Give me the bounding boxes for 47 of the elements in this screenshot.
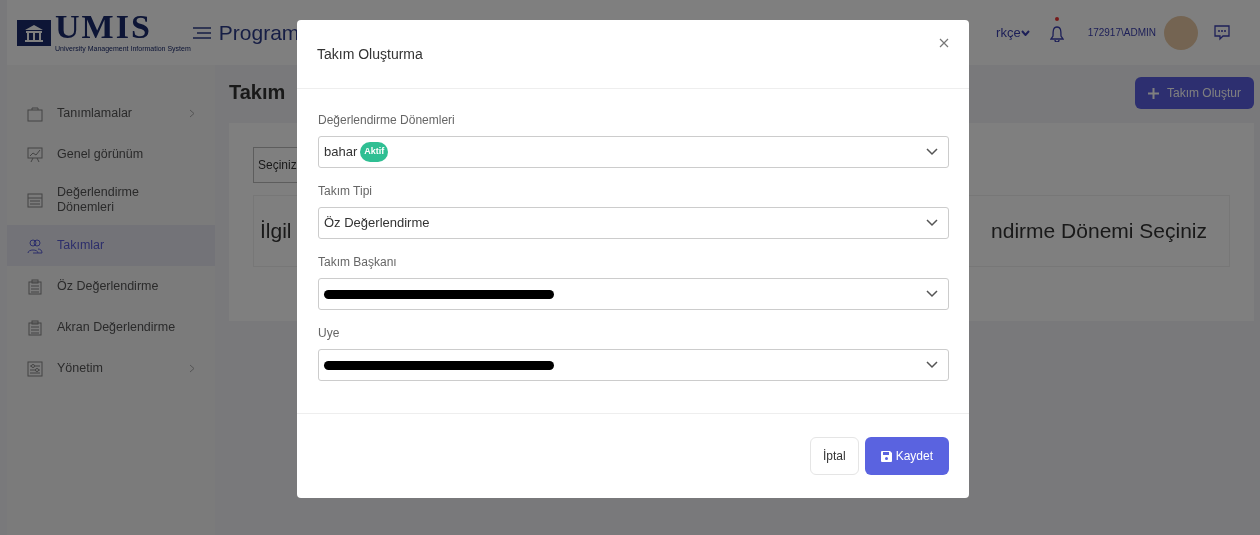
clipboard-icon <box>27 319 43 336</box>
logo-text: UMIS <box>55 10 153 45</box>
calendar-icon <box>27 192 43 208</box>
sidebar-item[interactable]: Genel görünüm <box>7 134 215 175</box>
select-field[interactable]: Öz Değerlendirme <box>318 207 949 239</box>
caret-icon <box>1020 30 1030 37</box>
field-label: Değerlendirme Dönemleri <box>318 112 456 129</box>
chart-board-icon <box>27 146 43 163</box>
modal-title: Takım Oluşturma <box>317 44 423 64</box>
bell-icon[interactable] <box>1049 24 1064 43</box>
sidebar-item[interactable]: Öz Değerlendirme <box>7 266 215 307</box>
menu-icon[interactable] <box>190 24 213 41</box>
chat-icon[interactable] <box>1214 24 1230 41</box>
plus-icon <box>1148 87 1159 99</box>
sliders-icon <box>27 360 43 377</box>
field-value: bahar <box>324 143 358 162</box>
chevron-down-icon <box>926 219 938 227</box>
language-dropdown[interactable]: rkçe <box>996 22 1030 43</box>
field-value: Öz Değerlendirme <box>324 214 430 233</box>
sidebar-item[interactable]: Değerlendirme Dönemleri <box>7 175 215 225</box>
save-button[interactable]: Kaydet <box>864 437 949 475</box>
chevron-down-icon <box>926 290 938 298</box>
user-name[interactable]: 172917\ADMIN <box>1087 25 1156 40</box>
select-field[interactable]: bahar Aktif <box>318 136 949 168</box>
bank-icon <box>17 19 51 46</box>
message-text: ndirme Dönemi Seçiniz <box>991 218 1207 245</box>
field-label: Takım Başkanı <box>318 254 398 271</box>
close-icon[interactable] <box>939 38 949 48</box>
select-field[interactable] <box>318 349 949 381</box>
people-icon <box>27 237 43 254</box>
briefcase-icon <box>27 105 43 122</box>
cancel-button[interactable]: İptal <box>809 437 859 475</box>
select-field[interactable] <box>318 278 949 310</box>
sidebar-item[interactable]: Yönetim <box>7 348 215 389</box>
sidebar-item[interactable]: Tanımlamalar <box>7 93 215 134</box>
chevron-down-icon <box>926 361 938 369</box>
create-team-button[interactable]: Takım Oluştur <box>1135 77 1254 109</box>
message-text: İlgil <box>260 218 292 245</box>
status-badge: Aktif <box>360 142 389 162</box>
page-heading: Takım <box>229 80 286 105</box>
field-label: Takım Tipi <box>318 183 373 200</box>
field-label: Uye <box>318 325 341 342</box>
page-title: Program <box>218 19 300 46</box>
clipboard-icon <box>27 278 43 295</box>
chevron-down-icon <box>926 148 938 156</box>
sidebar-item[interactable]: Akran Değerlendirme <box>7 307 215 348</box>
sidebar-item[interactable]: Takımlar <box>7 225 215 266</box>
